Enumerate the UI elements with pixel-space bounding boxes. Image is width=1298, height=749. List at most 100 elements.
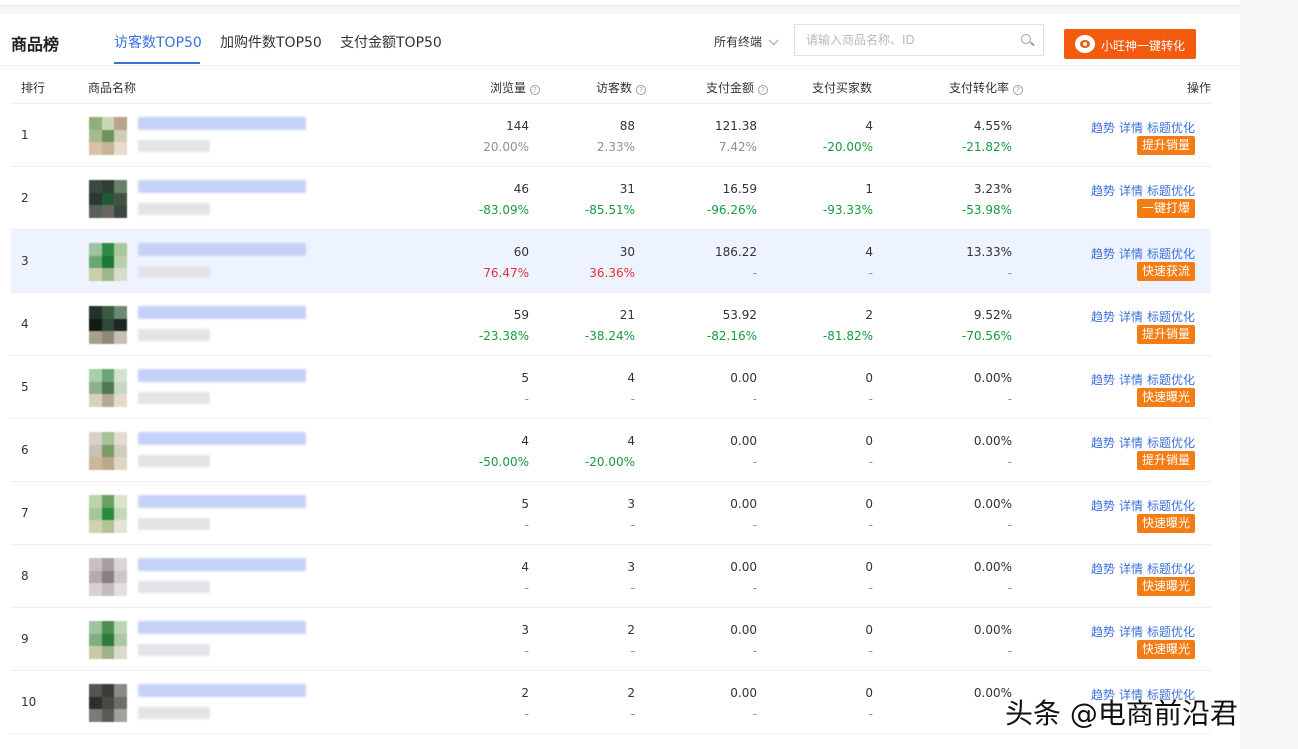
row-op-links: 趋势 详情 标题优化 [1087, 119, 1195, 136]
help-icon[interactable]: ? [530, 85, 540, 95]
detail-link[interactable]: 详情 [1119, 310, 1143, 324]
title-optimize-link[interactable]: 标题优化 [1147, 373, 1195, 387]
table-row[interactable]: 6 4 -50.00% 4 -20.00% 0.00 - 0 - 0.00% - 趋势 详情 标题优化 提升… [11, 419, 1211, 482]
device-filter-value: 所有终端 [714, 35, 763, 49]
product-thumbnail[interactable] [89, 432, 127, 470]
row-action-button[interactable]: 提升销量 [1136, 451, 1195, 470]
product-thumbnail[interactable] [89, 558, 127, 596]
row-action-button[interactable]: 快速获流 [1136, 262, 1195, 281]
product-thumbnail[interactable] [89, 621, 127, 659]
detail-link[interactable]: 详情 [1119, 247, 1143, 261]
product-thumbnail[interactable] [89, 495, 127, 533]
detail-link[interactable]: 详情 [1119, 184, 1143, 198]
pay-value: 53.92 [722, 308, 757, 322]
row-action-button[interactable]: 快速曝光 [1136, 640, 1195, 659]
column-header-visitors[interactable]: 访客数? [596, 79, 646, 96]
help-icon[interactable]: ? [758, 85, 768, 95]
product-id-redacted [138, 581, 210, 593]
conv-value: 0.00% [973, 371, 1012, 385]
buyers-value: 2 [865, 308, 873, 322]
product-thumbnail[interactable] [89, 306, 127, 344]
rank-cell: 5 [21, 380, 29, 394]
table-row[interactable]: 8 4 - 3 - 0.00 - 0 - 0.00% - 趋势 详情 标题优化 快速曝光 [11, 545, 1211, 608]
detail-link[interactable]: 详情 [1119, 373, 1143, 387]
detail-link[interactable]: 详情 [1119, 562, 1143, 576]
tab-visitors-top50[interactable]: 访客数TOP50 [114, 32, 202, 52]
title-optimize-link[interactable]: 标题优化 [1147, 121, 1195, 135]
detail-link[interactable]: 详情 [1119, 436, 1143, 450]
visitors-value: 2 [627, 686, 635, 700]
buyers-value: 0 [865, 434, 873, 448]
title-optimize-link[interactable]: 标题优化 [1147, 436, 1195, 450]
table-row[interactable]: 5 5 - 4 - 0.00 - 0 - 0.00% - 趋势 详情 标题优化 快速曝光 [11, 356, 1211, 419]
row-action-button[interactable]: 快速曝光 [1136, 514, 1195, 533]
tab-payment-top50[interactable]: 支付金额TOP50 [340, 32, 442, 52]
row-action-button[interactable]: 快速曝光 [1136, 388, 1195, 407]
trend-link[interactable]: 趋势 [1091, 625, 1115, 639]
row-action-button[interactable]: 一键打爆 [1136, 199, 1195, 218]
tab-cart-top50[interactable]: 加购件数TOP50 [220, 32, 322, 52]
product-id-redacted [138, 203, 210, 215]
table-row[interactable]: 2 46 -83.09% 31 -85.51% 16.59 -96.26% 1 -93.33% 3… [11, 167, 1211, 230]
product-name-redacted[interactable] [138, 180, 306, 193]
search-icon[interactable] [1021, 34, 1031, 44]
table-row[interactable]: 9 3 - 2 - 0.00 - 0 - 0.00% - 趋势 详情 标题优化 快速曝光 [11, 608, 1211, 671]
pay-change: - [752, 266, 757, 280]
product-thumbnail[interactable] [89, 684, 127, 722]
title-optimize-link[interactable]: 标题优化 [1147, 625, 1195, 639]
row-action-button[interactable]: 提升销量 [1136, 136, 1195, 155]
product-thumbnail[interactable] [89, 369, 127, 407]
product-name-redacted[interactable] [138, 684, 306, 697]
trend-link[interactable]: 趋势 [1091, 184, 1115, 198]
title-optimize-link[interactable]: 标题优化 [1147, 499, 1195, 513]
table-row[interactable]: 4 59 -23.38% 21 -38.24% 53.92 -82.16% 2 -81.82% 9… [11, 293, 1211, 356]
search-input[interactable] [795, 25, 1015, 55]
product-thumbnail[interactable] [89, 243, 127, 281]
product-name-redacted[interactable] [138, 369, 306, 382]
trend-link[interactable]: 趋势 [1091, 121, 1115, 135]
row-op-links: 趋势 详情 标题优化 [1087, 497, 1195, 514]
product-name-redacted[interactable] [138, 117, 306, 130]
product-name-redacted[interactable] [138, 243, 306, 256]
rank-cell: 2 [21, 191, 29, 205]
title-optimize-link[interactable]: 标题优化 [1147, 310, 1195, 324]
help-icon[interactable]: ? [1013, 85, 1023, 95]
product-name-redacted[interactable] [138, 621, 306, 634]
table-row[interactable]: 3 60 76.47% 30 36.36% 186.22 - 4 - 13.33% - 趋势 详情 标题优… [11, 230, 1211, 293]
row-action-button[interactable]: 快速曝光 [1136, 577, 1195, 596]
column-header-views[interactable]: 浏览量? [490, 79, 540, 96]
trend-link[interactable]: 趋势 [1091, 247, 1115, 261]
row-action-button[interactable]: 提升销量 [1136, 325, 1195, 344]
column-header-pay-amount[interactable]: 支付金额? [706, 79, 768, 96]
trend-link[interactable]: 趋势 [1091, 562, 1115, 576]
title-optimize-link[interactable]: 标题优化 [1147, 184, 1195, 198]
trend-link[interactable]: 趋势 [1091, 436, 1115, 450]
title-optimize-link[interactable]: 标题优化 [1147, 247, 1195, 261]
pay-change: -82.16% [706, 329, 757, 343]
column-header-conversion[interactable]: 支付转化率? [949, 79, 1023, 96]
product-thumbnail[interactable] [89, 180, 127, 218]
detail-link[interactable]: 详情 [1119, 625, 1143, 639]
views-change: - [524, 644, 529, 658]
trend-link[interactable]: 趋势 [1091, 310, 1115, 324]
table-row[interactable]: 7 5 - 3 - 0.00 - 0 - 0.00% - 趋势 详情 标题优化 快速曝光 [11, 482, 1211, 545]
table-row[interactable]: 1 144 20.00% 88 2.33% 121.38 7.42% 4 -20.00% 4.55… [11, 104, 1211, 167]
product-name-redacted[interactable] [138, 495, 306, 508]
title-optimize-link[interactable]: 标题优化 [1147, 562, 1195, 576]
product-name-redacted[interactable] [138, 558, 306, 571]
product-thumbnail[interactable] [89, 117, 127, 155]
help-icon[interactable]: ? [636, 85, 646, 95]
buyers-value: 0 [865, 623, 873, 637]
product-name-redacted[interactable] [138, 432, 306, 445]
device-filter-select[interactable]: 所有终端 [714, 33, 779, 50]
product-name-redacted[interactable] [138, 306, 306, 319]
pay-change: - [752, 455, 757, 469]
trend-link[interactable]: 趋势 [1091, 373, 1115, 387]
pay-change: - [752, 581, 757, 595]
buyers-change: - [868, 644, 873, 658]
product-id-redacted [138, 644, 210, 656]
one-click-convert-button[interactable]: 小旺神一键转化 [1064, 29, 1196, 59]
detail-link[interactable]: 详情 [1119, 121, 1143, 135]
trend-link[interactable]: 趋势 [1091, 499, 1115, 513]
detail-link[interactable]: 详情 [1119, 499, 1143, 513]
